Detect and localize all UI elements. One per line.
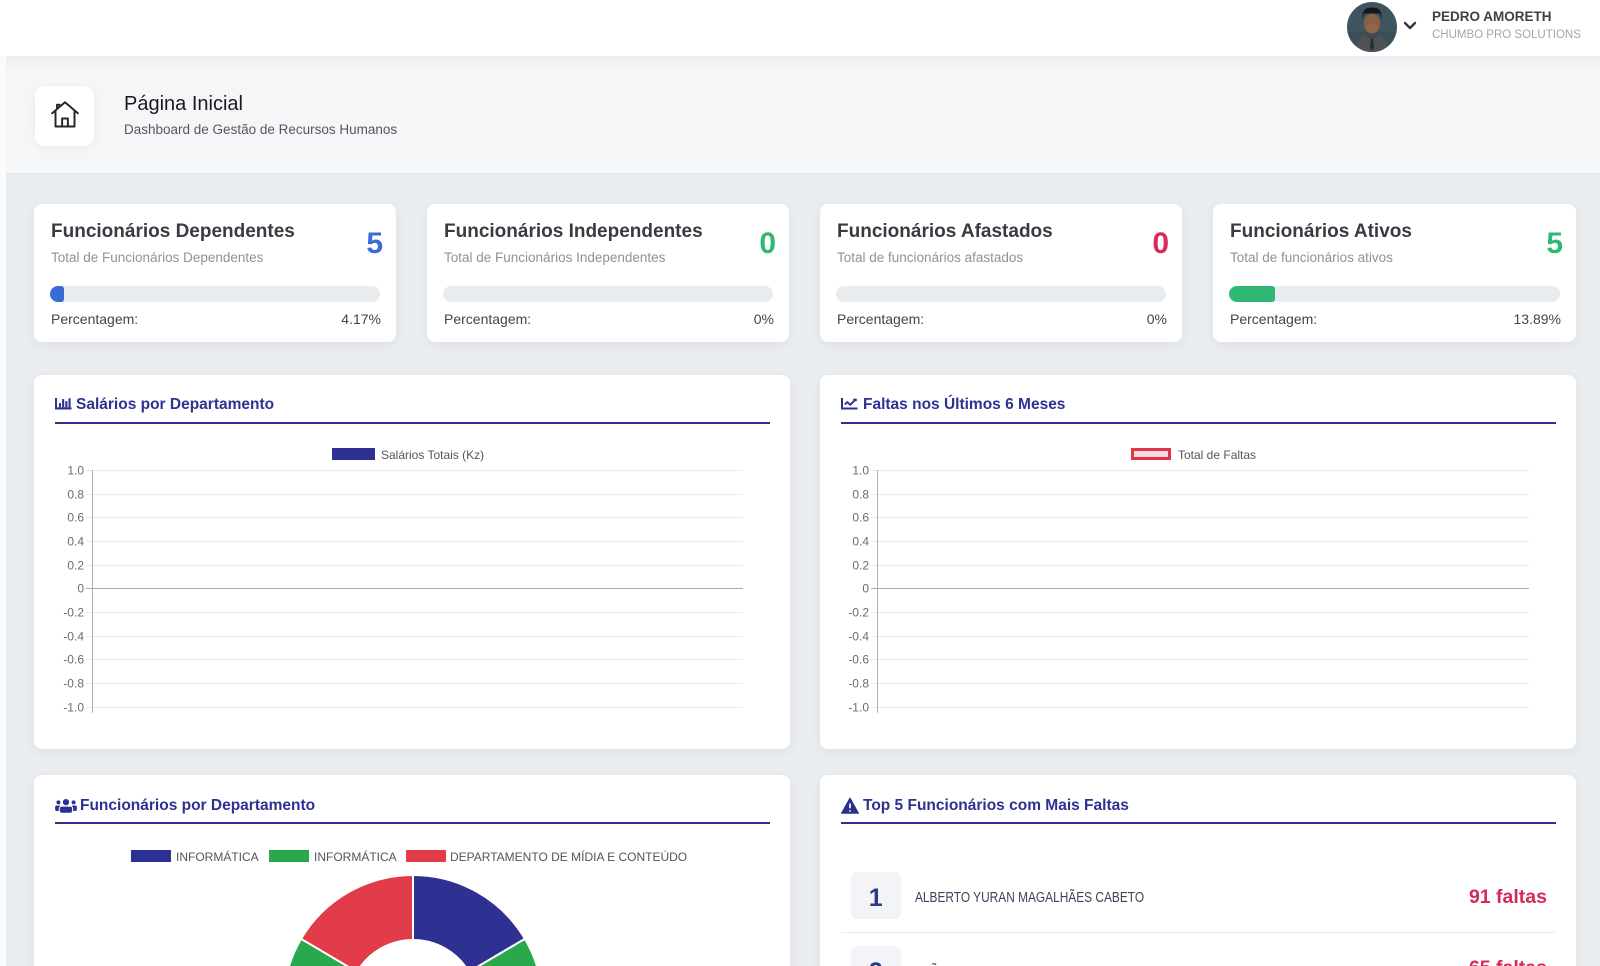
svg-text:-0.8: -0.8 — [848, 677, 869, 691]
svg-text:-1.0: -1.0 — [848, 701, 869, 715]
svg-text:0.6: 0.6 — [852, 511, 869, 525]
svg-text:0.4: 0.4 — [852, 535, 869, 549]
svg-text:0.8: 0.8 — [67, 488, 84, 502]
svg-text:-0.6: -0.6 — [63, 653, 84, 667]
svg-text:0: 0 — [77, 582, 84, 596]
svg-text:-0.6: -0.6 — [848, 653, 869, 667]
svg-text:0.6: 0.6 — [67, 511, 84, 525]
svg-text:-1.0: -1.0 — [63, 701, 84, 715]
svg-text:-0.2: -0.2 — [848, 606, 869, 620]
svg-text:-0.8: -0.8 — [63, 677, 84, 691]
svg-text:0.2: 0.2 — [67, 559, 84, 573]
svg-text:0.8: 0.8 — [852, 488, 869, 502]
svg-text:0: 0 — [862, 582, 869, 596]
svg-text:-0.4: -0.4 — [63, 630, 84, 644]
svg-text:0.4: 0.4 — [67, 535, 84, 549]
svg-text:1.0: 1.0 — [852, 464, 869, 478]
svg-text:0.2: 0.2 — [852, 559, 869, 573]
svg-text:-0.4: -0.4 — [848, 630, 869, 644]
svg-text:1.0: 1.0 — [67, 464, 84, 478]
svg-text:-0.2: -0.2 — [63, 606, 84, 620]
